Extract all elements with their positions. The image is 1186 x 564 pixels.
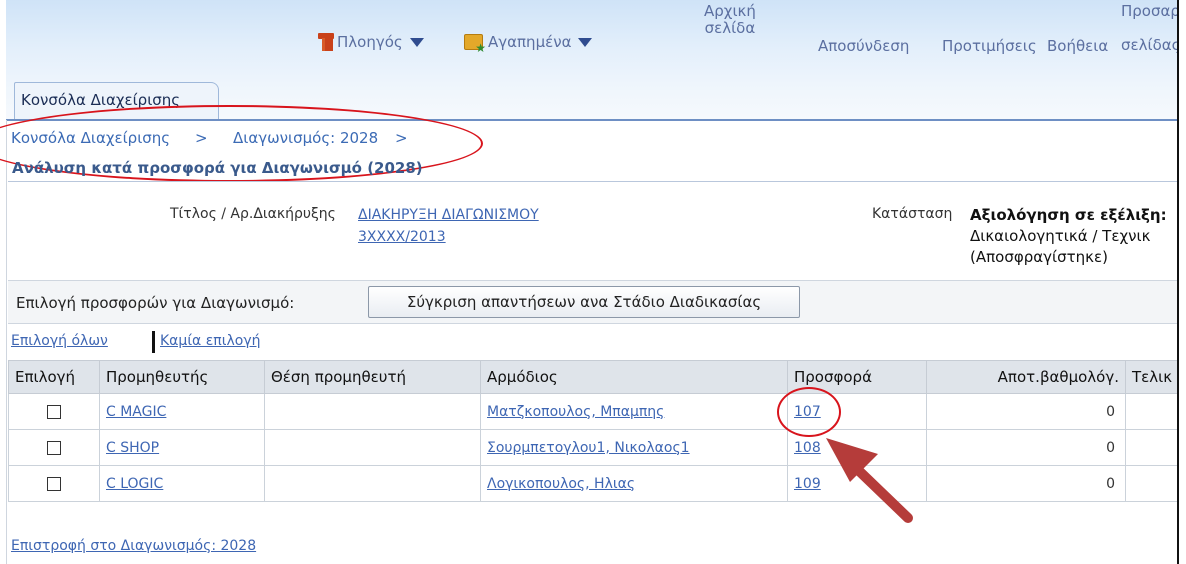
supplier-link[interactable]: C SHOP [106, 440, 159, 456]
tender-title-link[interactable]: ΔΙΑΚΗΡΥΞΗ ΔΙΑΓΩΝΙΣΜΟΥ 3ΧΧΧΧ/2013 [358, 204, 539, 248]
column-header-final[interactable]: Τελικ [1125, 360, 1179, 394]
column-header-supplier-site[interactable]: Θέση προμηθευτή [264, 360, 481, 394]
title-divider [8, 181, 1178, 182]
contact-link[interactable]: Ματζκοπουλος, Μπαμπης [487, 404, 664, 420]
window-right-border [1177, 0, 1179, 564]
selection-toolbar: Επιλογή προσφορών για Διαγωνισμό: Σύγκρι… [8, 280, 1178, 324]
personalize-page-link[interactable]: Προσαρ σελίδας [1121, 3, 1181, 54]
offers-table: Επιλογή Προμηθευτής Θέση προμηθευτή Αρμό… [8, 360, 1179, 502]
select-none-link[interactable]: Καμία επιλογή [160, 333, 260, 349]
table-row: C LOGIC Λογικοπουλος, Ηλιας 109 0 [8, 465, 1179, 502]
supplier-site-cell [264, 465, 481, 502]
home-page-link[interactable]: Αρχική σελίδα [704, 3, 756, 37]
score-cell: 0 [926, 393, 1126, 430]
tender-title-line2: 3ΧΧΧΧ/2013 [358, 229, 446, 245]
home-icon [318, 33, 334, 51]
favorites-menu[interactable]: ★ Αγαπημένα [464, 33, 593, 54]
status-line2: Δικαιολογητικά / Τεχνικ [970, 227, 1151, 245]
score-cell: 0 [926, 429, 1126, 466]
preferences-link[interactable]: Προτιμήσεις [942, 37, 1037, 55]
final-cell [1125, 429, 1179, 466]
column-header-score[interactable]: Αποτ.βαθμολόγ. [926, 360, 1126, 394]
favorites-icon: ★ [464, 34, 486, 54]
final-cell [1125, 465, 1179, 502]
compare-responses-button[interactable]: Σύγκριση απαντήσεων ανα Στάδιο Διαδικασί… [368, 286, 800, 318]
chevron-down-icon [578, 37, 593, 47]
personalize-label-line2: σελίδας [1121, 36, 1181, 54]
status-label: Κατάσταση [872, 206, 953, 222]
personalize-label-line1: Προσαρ [1121, 3, 1180, 20]
supplier-site-cell [264, 393, 481, 430]
link-divider [152, 331, 155, 353]
back-to-tender-link[interactable]: Επιστροφή στο Διαγωνισμός: 2028 [11, 538, 256, 554]
global-header: Πλοηγός ★ Αγαπημένα Αρχική σελίδα Αποσύν… [6, 0, 1181, 120]
navigator-menu[interactable]: Πλοηγός [318, 33, 424, 51]
contact-link[interactable]: Σουρμπετογλου1, Νικολαος1 [487, 440, 690, 456]
select-cell [8, 393, 100, 430]
home-label-line1: Αρχική [704, 2, 756, 20]
chevron-down-icon [409, 37, 424, 47]
navigator-label: Πλοηγός [337, 33, 403, 51]
row-checkbox[interactable] [47, 440, 61, 455]
select-cell [8, 429, 100, 466]
column-header-contact[interactable]: Αρμόδιος [480, 360, 788, 394]
status-line1: Αξιολόγηση σε εξέλιξη: [970, 206, 1167, 224]
tender-title-line1: ΔΙΑΚΗΡΥΞΗ ΔΙΑΓΩΝΙΣΜΟΥ [358, 207, 539, 223]
column-header-supplier[interactable]: Προμηθευτής [99, 360, 265, 394]
select-all-link[interactable]: Επιλογή όλων [11, 333, 108, 349]
score-cell: 0 [926, 465, 1126, 502]
logout-link[interactable]: Αποσύνδεση [818, 37, 909, 55]
table-header-row: Επιλογή Προμηθευτής Θέση προμηθευτή Αρμό… [8, 360, 1179, 394]
table-row: C MAGIC Ματζκοπουλος, Μπαμπης 107 0 [8, 393, 1179, 430]
column-header-select: Επιλογή [8, 360, 100, 394]
supplier-link[interactable]: C LOGIC [106, 476, 163, 492]
help-link[interactable]: Βοήθεια [1047, 37, 1108, 55]
content-left-border [6, 120, 7, 564]
status-line3: (Αποσφραγίστηκε) [970, 248, 1108, 266]
status-value: Αξιολόγηση σε εξέλιξη: Δικαιολογητικά / … [970, 205, 1178, 268]
contact-link[interactable]: Λογικοπουλος, Ηλιας [487, 476, 635, 492]
row-checkbox[interactable] [47, 476, 61, 491]
row-checkbox[interactable] [47, 404, 61, 419]
page-title: Ανάλυση κατά προσφορά για Διαγωνισμό (20… [12, 159, 423, 177]
supplier-link[interactable]: C MAGIC [106, 404, 166, 420]
table-row: C SHOP Σουρμπετογλου1, Νικολαος1 108 0 [8, 429, 1179, 466]
title-number-label: Τίτλος / Αρ.Διακήρυξης [170, 206, 336, 222]
annotation-arrow-icon [826, 438, 913, 523]
selection-label: Επιλογή προσφορών για Διαγωνισμό: [16, 294, 295, 312]
select-cell [8, 465, 100, 502]
final-cell [1125, 393, 1179, 430]
supplier-site-cell [264, 429, 481, 466]
home-label-line2: σελίδα [704, 19, 756, 37]
favorites-label: Αγαπημένα [488, 33, 572, 51]
